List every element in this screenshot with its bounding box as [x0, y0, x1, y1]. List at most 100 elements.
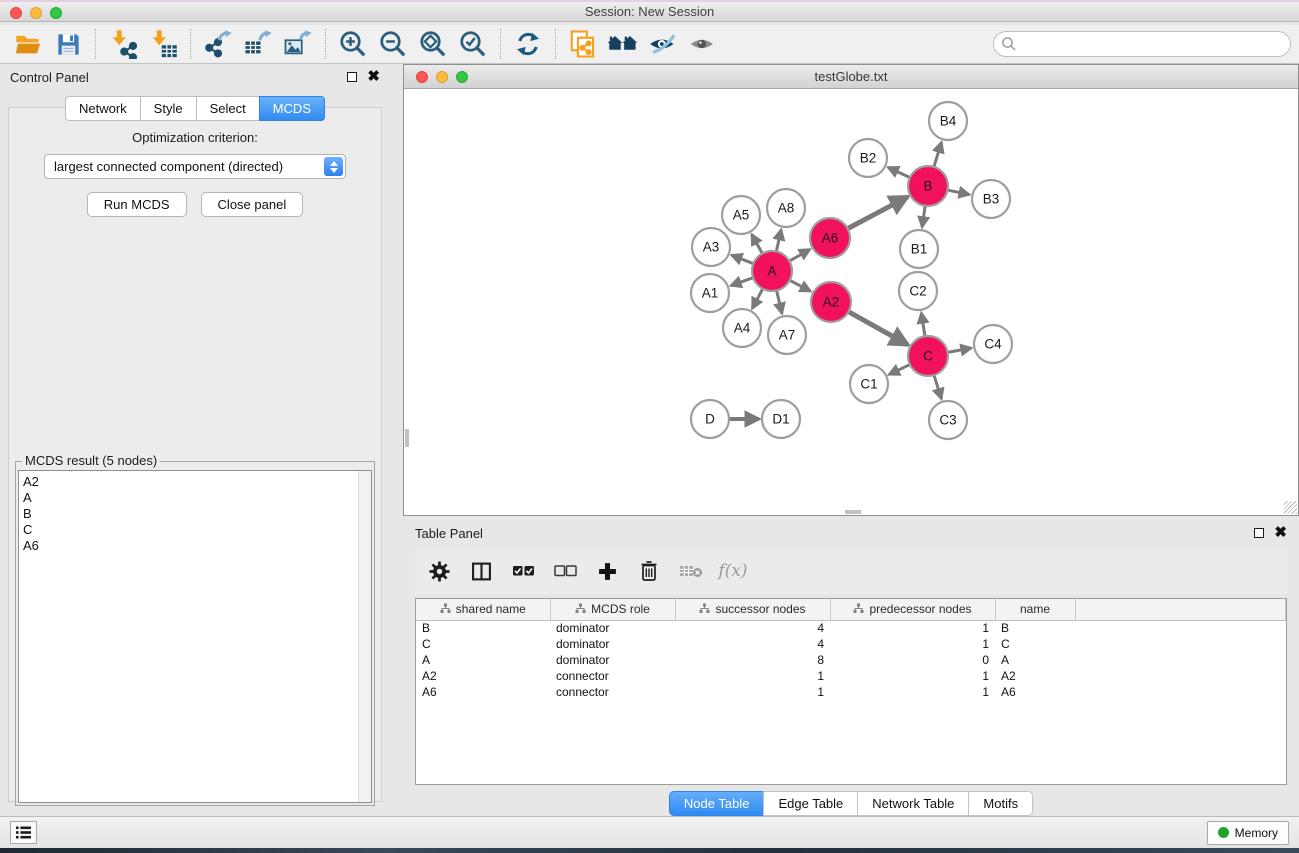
graph-node-A1[interactable]: A1: [691, 274, 729, 312]
result-scrollbar[interactable]: [358, 471, 371, 802]
tab-select[interactable]: Select: [196, 96, 259, 121]
mcds-result-list[interactable]: A2ABCA6: [18, 470, 372, 803]
graph-edge-B-B3[interactable]: [948, 190, 970, 195]
network-minimize-button[interactable]: [436, 71, 448, 83]
graph-node-C2[interactable]: C2: [899, 272, 937, 310]
column-header-shared-name[interactable]: shared name: [416, 599, 550, 620]
hide-selected-button[interactable]: [643, 27, 683, 61]
graph-edge-A6-B[interactable]: [848, 197, 908, 229]
close-table-panel-icon[interactable]: ✖: [1274, 528, 1287, 538]
zoom-fit-button[interactable]: [413, 27, 453, 61]
tab-network-table[interactable]: Network Table: [857, 791, 968, 816]
show-column-button[interactable]: [467, 557, 495, 585]
graph-edge-A-A3[interactable]: [731, 255, 753, 264]
window-resize-grip[interactable]: [1284, 501, 1297, 514]
apply-layout-button[interactable]: [508, 27, 548, 61]
table-row[interactable]: Bdominator41B: [416, 620, 1286, 636]
graph-node-C3[interactable]: C3: [929, 401, 967, 439]
graph-node-C[interactable]: C: [908, 336, 948, 376]
graph-node-B4[interactable]: B4: [929, 102, 967, 140]
close-window-button[interactable]: [10, 7, 22, 19]
nested-networks-button[interactable]: [603, 27, 643, 61]
graph-node-A8[interactable]: A8: [767, 189, 805, 227]
graph-node-C4[interactable]: C4: [974, 325, 1012, 363]
column-header-predecessor-nodes[interactable]: predecessor nodes: [830, 599, 995, 620]
clone-network-button[interactable]: [563, 27, 603, 61]
task-history-button[interactable]: [10, 821, 37, 844]
graph-edge-B-B2[interactable]: [888, 167, 910, 177]
graph-edge-C-C2[interactable]: [921, 313, 925, 336]
tab-motifs[interactable]: Motifs: [968, 791, 1033, 816]
graph-edge-C-C1[interactable]: [889, 365, 910, 375]
zoom-in-button[interactable]: [333, 27, 373, 61]
table-row[interactable]: A2connector11A2: [416, 668, 1286, 684]
graph-edge-C-C3[interactable]: [934, 375, 941, 399]
graph-node-B2[interactable]: B2: [849, 139, 887, 177]
criterion-dropdown[interactable]: largest connected component (directed): [44, 154, 346, 179]
export-network-button[interactable]: [198, 27, 238, 61]
table-row[interactable]: Adominator80A: [416, 652, 1286, 668]
graph-node-A6[interactable]: A6: [810, 218, 850, 258]
save-session-button[interactable]: [48, 27, 88, 61]
select-all-button[interactable]: [509, 557, 537, 585]
zoom-out-button[interactable]: [373, 27, 413, 61]
tab-mcds[interactable]: MCDS: [259, 96, 325, 121]
canvas-horizontal-scroll-thumb[interactable]: [845, 510, 861, 514]
graph-node-D1[interactable]: D1: [762, 400, 800, 438]
graph-node-B1[interactable]: B1: [900, 230, 938, 268]
graph-node-A[interactable]: A: [752, 251, 792, 291]
table-row[interactable]: A6connector11A6: [416, 684, 1286, 700]
graph-edge-A-A1[interactable]: [731, 278, 753, 286]
network-close-button[interactable]: [416, 71, 428, 83]
graph-edge-A-A6[interactable]: [789, 249, 810, 261]
import-table-button[interactable]: [143, 27, 183, 61]
graph-edge-A-A7[interactable]: [777, 290, 782, 313]
import-network-button[interactable]: [103, 27, 143, 61]
graph-node-A2[interactable]: A2: [811, 282, 851, 322]
network-zoom-button[interactable]: [456, 71, 468, 83]
graph-node-A5[interactable]: A5: [722, 196, 760, 234]
deselect-all-button[interactable]: [551, 557, 579, 585]
graph-edge-A-A4[interactable]: [752, 289, 762, 309]
delete-column-button[interactable]: [635, 557, 663, 585]
create-column-button[interactable]: [593, 557, 621, 585]
graph-edge-A-A2[interactable]: [790, 280, 811, 291]
tab-style[interactable]: Style: [140, 96, 196, 121]
tab-network[interactable]: Network: [65, 96, 140, 121]
zoom-selected-button[interactable]: [453, 27, 493, 61]
open-session-button[interactable]: [8, 27, 48, 61]
close-panel-icon[interactable]: ✖: [367, 72, 380, 82]
minimize-window-button[interactable]: [30, 7, 42, 19]
graph-node-A4[interactable]: A4: [723, 309, 761, 347]
graph-edge-A-A5[interactable]: [752, 234, 763, 253]
graph-node-C1[interactable]: C1: [850, 365, 888, 403]
graph-edge-A2-C[interactable]: [848, 312, 907, 345]
zoom-window-button[interactable]: [50, 7, 62, 19]
result-list-item[interactable]: A2: [23, 474, 371, 490]
network-canvas[interactable]: AA1A2A3A4A5A6A7A8BB1B2B3B4CC1C2C3C4DD1: [404, 89, 1298, 515]
result-list-item[interactable]: A6: [23, 538, 371, 554]
column-header-mcds-role[interactable]: MCDS role: [550, 599, 675, 620]
close-panel-button[interactable]: Close panel: [201, 192, 304, 217]
tab-node-table[interactable]: Node Table: [669, 791, 764, 816]
result-list-item[interactable]: C: [23, 522, 371, 538]
search-input[interactable]: [993, 31, 1291, 57]
memory-button[interactable]: Memory: [1207, 821, 1289, 845]
result-list-item[interactable]: B: [23, 506, 371, 522]
float-table-panel-icon[interactable]: [1254, 528, 1264, 538]
graph-node-A3[interactable]: A3: [692, 228, 730, 266]
export-image-button[interactable]: [278, 27, 318, 61]
table-row[interactable]: Cdominator41C: [416, 636, 1286, 652]
table-settings-button[interactable]: [425, 557, 453, 585]
column-header-successor-nodes[interactable]: successor nodes: [675, 599, 830, 620]
graph-node-A7[interactable]: A7: [768, 316, 806, 354]
graph-node-D[interactable]: D: [691, 400, 729, 438]
float-panel-icon[interactable]: [347, 72, 357, 82]
graph-node-B[interactable]: B: [908, 166, 948, 206]
graph-edge-A-A8[interactable]: [776, 229, 781, 251]
export-table-button[interactable]: [238, 27, 278, 61]
graph-edge-B-B4[interactable]: [934, 142, 942, 167]
graph-edge-B-B1[interactable]: [922, 206, 925, 227]
tab-edge-table[interactable]: Edge Table: [763, 791, 857, 816]
result-list-item[interactable]: A: [23, 490, 371, 506]
